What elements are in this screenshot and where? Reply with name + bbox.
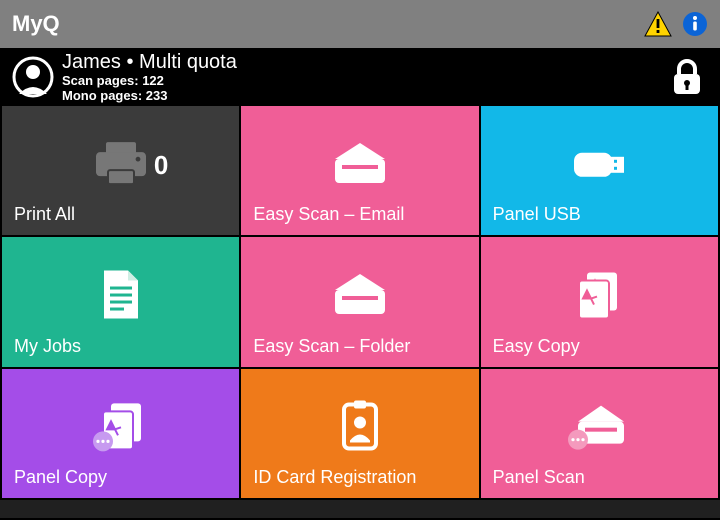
user-bar: James • Multi quota Scan pages: 122 Mono… <box>0 48 720 106</box>
tile-print-all[interactable]: 0 Print All <box>2 106 239 235</box>
tile-id-card-registration[interactable]: ID Card Registration <box>241 369 478 498</box>
user-name: James <box>62 51 121 73</box>
tile-label: ID Card Registration <box>253 467 466 488</box>
usb-icon <box>568 145 630 185</box>
scanner-ellipsis-icon <box>566 399 632 453</box>
tile-label: My Jobs <box>14 336 227 357</box>
id-card-icon <box>338 398 382 454</box>
app-title: MyQ <box>12 11 644 37</box>
user-name-line: James • Multi quota <box>62 51 670 74</box>
tile-label: Easy Scan – Email <box>253 204 466 225</box>
scanner-icon <box>329 139 391 189</box>
title-icons <box>644 11 708 37</box>
info-icon[interactable] <box>682 11 708 37</box>
lock-icon[interactable] <box>670 58 704 96</box>
tile-label: Panel USB <box>493 204 706 225</box>
tile-my-jobs[interactable]: My Jobs <box>2 237 239 366</box>
tile-label: Easy Copy <box>493 336 706 357</box>
title-bar: MyQ <box>0 0 720 48</box>
warning-icon[interactable] <box>644 11 672 37</box>
tile-panel-scan[interactable]: Panel Scan <box>481 369 718 498</box>
user-quota: Multi quota <box>139 51 237 73</box>
tile-label: Panel Copy <box>14 467 227 488</box>
tile-label: Panel Scan <box>493 467 706 488</box>
tile-grid: 0 Print All Easy Scan – Email Panel USB <box>0 106 720 500</box>
user-scan-pages: Scan pages: 122 <box>62 74 670 89</box>
copy-ellipsis-icon <box>91 397 151 455</box>
footer-bar <box>0 500 720 518</box>
avatar-icon <box>12 56 54 98</box>
tile-easy-scan-folder[interactable]: Easy Scan – Folder <box>241 237 478 366</box>
tile-panel-copy[interactable]: Panel Copy <box>2 369 239 498</box>
tile-label: Easy Scan – Folder <box>253 336 466 357</box>
user-info: James • Multi quota Scan pages: 122 Mono… <box>62 51 670 104</box>
user-mono-pages: Mono pages: 233 <box>62 89 670 104</box>
tile-label: Print All <box>14 204 227 225</box>
print-count: 0 <box>154 150 168 181</box>
tile-easy-scan-email[interactable]: Easy Scan – Email <box>241 106 478 235</box>
tile-easy-copy[interactable]: Easy Copy <box>481 237 718 366</box>
tile-panel-usb[interactable]: Panel USB <box>481 106 718 235</box>
copy-icon <box>571 267 627 323</box>
document-icon <box>98 267 144 323</box>
printer-icon <box>92 140 150 188</box>
scanner-icon <box>329 270 391 320</box>
